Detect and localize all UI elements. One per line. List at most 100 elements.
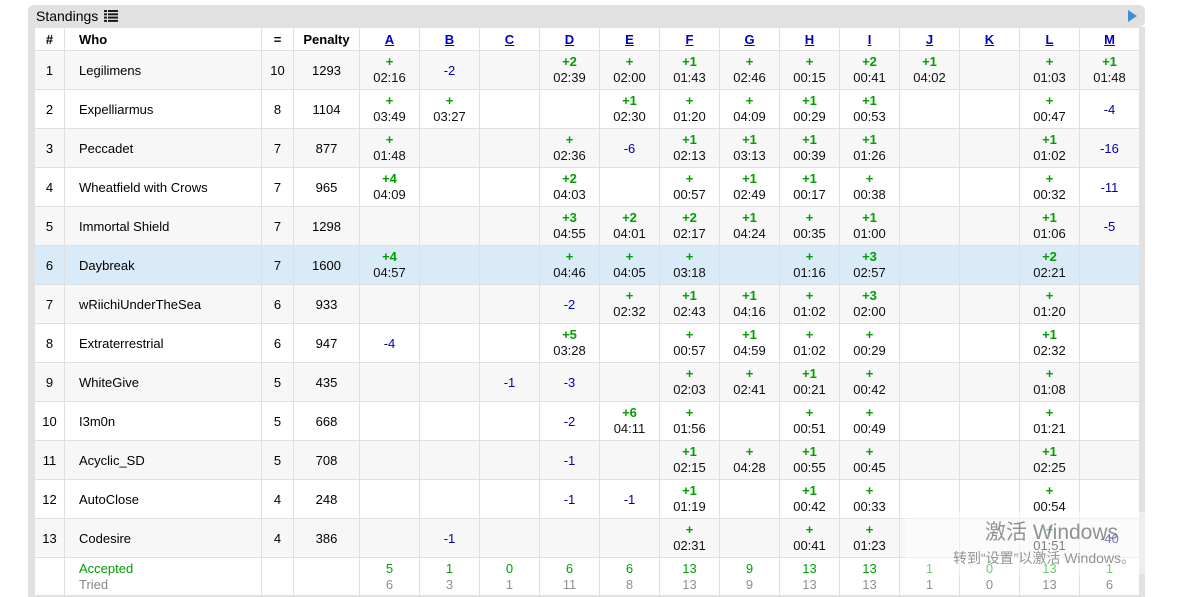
- accepted-attempts: +: [720, 444, 779, 460]
- accepted-time: 00:57: [660, 187, 719, 203]
- problem-cell-K: [960, 441, 1020, 480]
- problem-link-A[interactable]: A: [385, 32, 394, 47]
- accepted-time: 04:46: [540, 265, 599, 281]
- accepted-attempts: +: [660, 522, 719, 538]
- problem-link-D[interactable]: D: [565, 32, 574, 47]
- accepted-count: 6: [600, 561, 659, 577]
- problem-link-B[interactable]: B: [445, 32, 454, 47]
- accepted-time: 01:02: [780, 343, 839, 359]
- solved-count: 7: [262, 129, 294, 168]
- accepted-attempts: +: [660, 366, 719, 382]
- accepted-attempts: +1: [840, 93, 899, 109]
- standings-table: # Who = Penalty ABCDEFGHIJKLM 1Legilimen…: [34, 27, 1140, 596]
- accepted-attempts: +1: [660, 483, 719, 499]
- accepted-time: 02:00: [840, 304, 899, 320]
- penalty-cell: 947: [294, 324, 360, 363]
- accepted-attempts: +: [780, 288, 839, 304]
- problem-link-H[interactable]: H: [805, 32, 814, 47]
- summary-cell-L: 1313: [1020, 558, 1080, 596]
- problem-cell-D: +503:28: [540, 324, 600, 363]
- problem-cell-C: [480, 168, 540, 207]
- accepted-time: 01:20: [1020, 304, 1079, 320]
- problem-cell-L: +102:32: [1020, 324, 1080, 363]
- summary-row: AcceptedTried561301611681313991313131311…: [35, 558, 1140, 596]
- accepted-time: 00:29: [840, 343, 899, 359]
- accepted-time: 04:09: [360, 187, 419, 203]
- accepted-attempts: +1: [660, 288, 719, 304]
- problem-cell-E: [600, 519, 660, 558]
- problem-link-E[interactable]: E: [625, 32, 634, 47]
- accepted-attempts: +: [780, 405, 839, 421]
- rank-cell: 8: [35, 324, 65, 363]
- problem-cell-C: [480, 519, 540, 558]
- problem-cell-I: +302:00: [840, 285, 900, 324]
- rejected-attempts: -3: [540, 375, 599, 390]
- list-view-icon[interactable]: [104, 10, 118, 22]
- accepted-attempts: +1: [660, 54, 719, 70]
- team-name: Wheatfield with Crows: [65, 168, 262, 207]
- problem-cell-G: [720, 480, 780, 519]
- team-name: AutoClose: [65, 480, 262, 519]
- solved-count: 8: [262, 90, 294, 129]
- accepted-time: 00:17: [780, 187, 839, 203]
- problem-cell-D: +204:03: [540, 168, 600, 207]
- problem-cell-E: +02:32: [600, 285, 660, 324]
- problem-cell-F: +00:57: [660, 324, 720, 363]
- problem-column-header-L: L: [1020, 28, 1080, 51]
- summary-cell-J: 11: [900, 558, 960, 596]
- rank-cell: 9: [35, 363, 65, 402]
- problem-link-F[interactable]: F: [686, 32, 694, 47]
- accepted-attempts: +: [720, 366, 779, 382]
- team-name: Codesire: [65, 519, 262, 558]
- problem-cell-D: +04:46: [540, 246, 600, 285]
- problem-cell-B: -1: [420, 519, 480, 558]
- rank-cell: 13: [35, 519, 65, 558]
- rank-cell: 10: [35, 402, 65, 441]
- problem-link-G[interactable]: G: [744, 32, 754, 47]
- problem-cell-G: +02:41: [720, 363, 780, 402]
- accepted-attempts: +: [840, 522, 899, 538]
- problem-link-J[interactable]: J: [926, 32, 933, 47]
- problem-cell-K: [960, 519, 1020, 558]
- problem-link-M[interactable]: M: [1104, 32, 1115, 47]
- problem-cell-I: +00:33: [840, 480, 900, 519]
- summary-cell-B: 13: [420, 558, 480, 596]
- problem-cell-A: [360, 480, 420, 519]
- problem-cell-D: -2: [540, 285, 600, 324]
- accepted-attempts: +1: [1020, 210, 1079, 226]
- standings-row: 1Legilimens101293+02:16-2+202:39+02:00+1…: [35, 51, 1140, 90]
- accepted-time: 03:28: [540, 343, 599, 359]
- expand-arrow-icon[interactable]: [1128, 10, 1137, 22]
- accepted-attempts: +: [600, 288, 659, 304]
- accepted-attempts: +1: [720, 327, 779, 343]
- summary-cell-C: 01: [480, 558, 540, 596]
- accepted-time: 00:51: [780, 421, 839, 437]
- problem-cell-H: +100:17: [780, 168, 840, 207]
- problem-cell-J: [900, 402, 960, 441]
- problem-cell-E: [600, 441, 660, 480]
- problem-cell-E: +102:30: [600, 90, 660, 129]
- solved-count: 10: [262, 51, 294, 90]
- accepted-time: 01:56: [660, 421, 719, 437]
- problem-link-C[interactable]: C: [505, 32, 514, 47]
- problem-column-header-M: M: [1080, 28, 1140, 51]
- accepted-attempts: +: [1020, 171, 1079, 187]
- team-name: Legilimens: [65, 51, 262, 90]
- accepted-time: 02:39: [540, 70, 599, 86]
- standings-frame: # Who = Penalty ABCDEFGHIJKLM 1Legilimen…: [28, 27, 1145, 597]
- problem-link-K[interactable]: K: [985, 32, 994, 47]
- rank-cell: 2: [35, 90, 65, 129]
- accepted-attempts: +1: [720, 171, 779, 187]
- problem-cell-J: [900, 246, 960, 285]
- problem-link-L[interactable]: L: [1046, 32, 1054, 47]
- standings-row: 8Extraterrestrial6947-4+503:28+00:57+104…: [35, 324, 1140, 363]
- problem-cell-K: [960, 51, 1020, 90]
- problem-link-I[interactable]: I: [868, 32, 872, 47]
- problem-cell-B: [420, 363, 480, 402]
- accepted-attempts: +4: [360, 171, 419, 187]
- problem-cell-H: +100:42: [780, 480, 840, 519]
- problem-cell-C: [480, 324, 540, 363]
- rejected-attempts: -1: [420, 531, 479, 546]
- tried-count: 1: [480, 577, 539, 593]
- accepted-attempts: +2: [540, 171, 599, 187]
